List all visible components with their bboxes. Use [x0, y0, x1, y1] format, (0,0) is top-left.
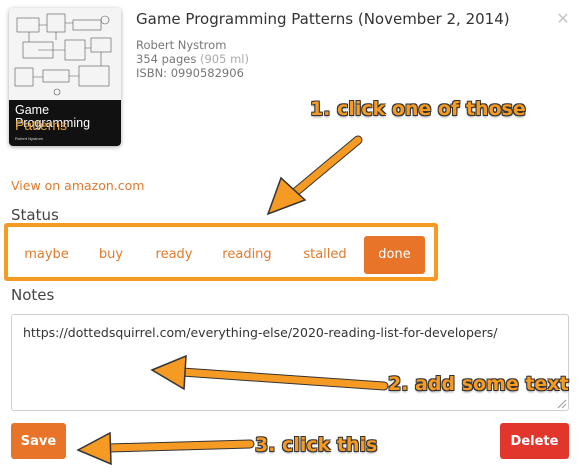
close-icon[interactable]: ✕ — [556, 11, 570, 27]
book-pages: 354 pages (905 ml) — [136, 52, 249, 66]
page-thickness: (905 ml) — [199, 52, 249, 66]
amazon-link[interactable]: View on amazon.com — [11, 178, 144, 193]
status-label: Status — [11, 206, 59, 224]
book-isbn: ISBN: 0990582906 — [136, 66, 244, 80]
status-reading-button[interactable]: reading — [213, 236, 281, 274]
arrow-to-status — [266, 135, 363, 216]
notes-label: Notes — [11, 286, 55, 304]
status-done-button[interactable]: done — [364, 236, 425, 274]
book-cover: Game Programming Patterns Robert Nystrom — [9, 8, 121, 146]
status-maybe-button[interactable]: maybe — [17, 236, 76, 274]
book-author: Robert Nystrom — [136, 38, 227, 52]
page-count: 354 pages — [136, 52, 197, 66]
book-title: Game Programming Patterns (November 2, 2… — [136, 10, 510, 28]
status-buy-button[interactable]: buy — [88, 236, 134, 274]
notes-textarea[interactable]: https://dottedsquirrel.com/everything-el… — [11, 314, 569, 411]
arrow-to-save — [76, 431, 255, 466]
cover-author: Robert Nystrom — [15, 136, 44, 141]
delete-button[interactable]: Delete — [500, 423, 569, 459]
annotation-step-1: 1. click one of those — [310, 98, 526, 120]
status-stalled-button[interactable]: stalled — [294, 236, 356, 274]
cover-subtitle: Patterns — [15, 117, 68, 133]
resize-handle-icon[interactable] — [557, 399, 567, 409]
status-ready-button[interactable]: ready — [147, 236, 201, 274]
save-button[interactable]: Save — [11, 423, 66, 459]
annotation-step-2: 2. add some text — [388, 373, 569, 395]
annotation-step-3: 3. click this — [255, 434, 378, 456]
